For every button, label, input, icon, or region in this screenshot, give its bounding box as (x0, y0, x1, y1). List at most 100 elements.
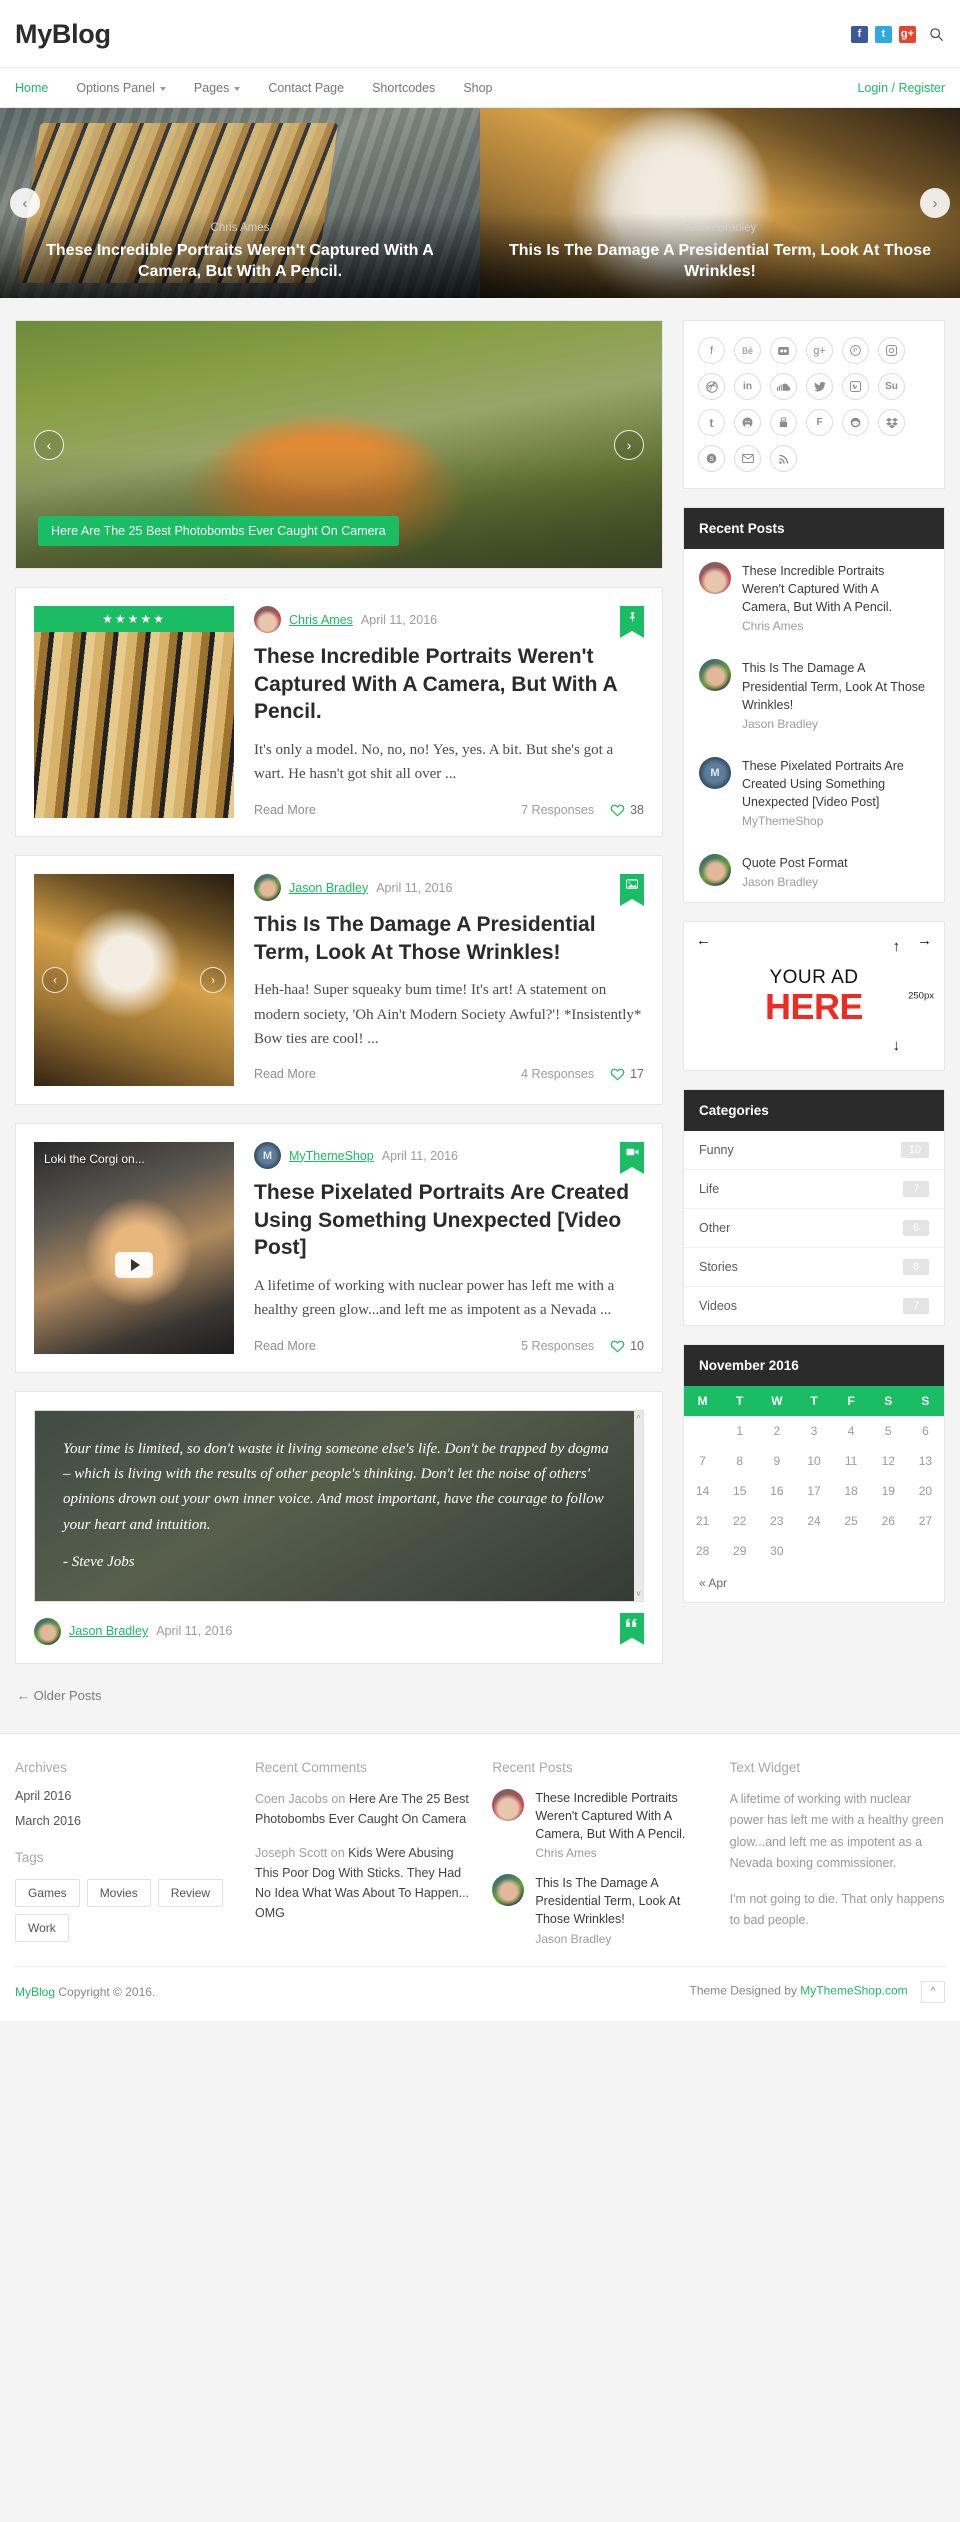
calendar-day[interactable]: 2 (758, 1416, 795, 1446)
list-item[interactable]: This Is The Damage A Presidential Term, … (684, 646, 944, 743)
archive-link[interactable]: April 2016 (15, 1789, 233, 1803)
slide-title[interactable]: These Incredible Portraits Weren't Captu… (14, 240, 466, 282)
post-title[interactable]: These Pixelated Portraits Are Created Us… (254, 1179, 644, 1262)
list-item[interactable]: These Incredible Portraits Weren't Captu… (684, 549, 944, 646)
pinterest-icon[interactable] (842, 337, 869, 364)
calendar-day[interactable]: 28 (684, 1536, 721, 1566)
category-row[interactable]: Other 6 (684, 1209, 944, 1249)
slider-prev-arrow[interactable]: ‹ (10, 188, 40, 218)
calendar-day[interactable]: 12 (870, 1446, 907, 1476)
calendar-day[interactable]: 21 (684, 1506, 721, 1536)
email-icon[interactable] (734, 445, 761, 472)
recent-post-title[interactable]: Quote Post Format (742, 854, 848, 872)
foursquare-icon[interactable]: F (806, 409, 833, 436)
rss-icon[interactable] (770, 445, 797, 472)
post-thumbnail[interactable]: ★★★★★ (34, 606, 234, 818)
calendar-day[interactable]: 24 (795, 1506, 832, 1536)
search-icon[interactable] (927, 25, 945, 43)
calendar-day[interactable]: 3 (795, 1416, 832, 1446)
recent-post-title[interactable]: This Is The Damage A Presidential Term, … (535, 1874, 707, 1928)
ad-widget[interactable]: ← → ↑ ↓ 250px YOUR AD HERE (683, 921, 945, 1072)
linkedin-icon[interactable]: in (734, 373, 761, 400)
play-icon[interactable] (115, 1251, 153, 1278)
calendar-day[interactable]: 23 (758, 1506, 795, 1536)
post-author-link[interactable]: Jason Bradley (289, 881, 368, 895)
nav-item-shop[interactable]: Shop (449, 68, 506, 108)
facebook-icon[interactable]: f (698, 337, 725, 364)
post-author-link[interactable]: Jason Bradley (69, 1624, 148, 1638)
calendar-day[interactable]: 17 (795, 1476, 832, 1506)
featured-prev-arrow[interactable]: ‹ (34, 429, 64, 460)
recent-post-title[interactable]: These Pixelated Portraits Are Created Us… (742, 757, 929, 811)
top-slide-right[interactable]: Jason Bradley This Is The Damage A Presi… (480, 108, 960, 298)
tag-link[interactable]: Review (157, 1878, 224, 1907)
calendar-day[interactable]: 19 (870, 1476, 907, 1506)
googleplus-icon[interactable]: g+ (899, 25, 916, 43)
calendar-day[interactable]: 18 (833, 1476, 870, 1506)
featured-slider[interactable]: ‹ › Here Are The 25 Best Photobombs Ever… (16, 321, 662, 568)
scroll-up-icon[interactable]: ^ (635, 1414, 642, 1423)
twitter-icon[interactable] (806, 373, 833, 400)
instagram-icon[interactable] (878, 337, 905, 364)
post-likes[interactable]: 10 (610, 1339, 644, 1353)
googleplus-icon[interactable]: g+ (806, 337, 833, 364)
calendar-day[interactable]: 8 (721, 1446, 758, 1476)
recent-post-title[interactable]: These Incredible Portraits Weren't Captu… (535, 1789, 707, 1843)
post-likes[interactable]: 17 (610, 1067, 644, 1081)
read-more-link[interactable]: Read More (254, 1339, 316, 1353)
post-responses[interactable]: 5 Responses (521, 1339, 594, 1353)
calendar-day[interactable]: 27 (907, 1506, 944, 1536)
login-register-link[interactable]: Login / Register (857, 81, 945, 95)
nav-item-home[interactable]: Home (15, 68, 62, 108)
nav-item-options-panel[interactable]: Options Panel (62, 68, 180, 108)
calendar-day[interactable]: 7 (684, 1446, 721, 1476)
post-title[interactable]: This Is The Damage A Presidential Term, … (254, 911, 644, 966)
printerest-box-icon[interactable] (770, 409, 797, 436)
thumb-prev-arrow[interactable]: ‹ (42, 967, 68, 993)
list-item[interactable]: These Incredible Portraits Weren't Captu… (492, 1788, 707, 1874)
nav-item-shortcodes[interactable]: Shortcodes (358, 68, 449, 108)
calendar-day[interactable]: 5 (870, 1416, 907, 1446)
calendar-day[interactable]: 25 (833, 1506, 870, 1536)
top-slide-left[interactable]: Chris Ames These Incredible Portraits We… (0, 108, 480, 298)
read-more-link[interactable]: Read More (254, 803, 316, 817)
calendar-day[interactable]: 16 (758, 1476, 795, 1506)
tumblr-icon[interactable]: t (698, 409, 725, 436)
calendar-day[interactable]: 13 (907, 1446, 944, 1476)
post-responses[interactable]: 4 Responses (521, 1067, 594, 1081)
list-item[interactable]: These Pixelated Portraits Are Created Us… (684, 744, 944, 841)
nav-item-pages[interactable]: Pages (180, 68, 254, 108)
calendar-day[interactable]: 10 (795, 1446, 832, 1476)
list-item[interactable]: Quote Post Format Jason Bradley (684, 841, 944, 902)
behance-icon[interactable]: Bē (734, 337, 761, 364)
quote-scrollbar[interactable]: ^ v (634, 1411, 643, 1601)
calendar-day[interactable]: 4 (833, 1416, 870, 1446)
nav-item-contact-page[interactable]: Contact Page (254, 68, 358, 108)
calendar-day[interactable]: 29 (721, 1536, 758, 1566)
flickr-icon[interactable] (770, 337, 797, 364)
featured-next-arrow[interactable]: › (614, 429, 644, 460)
post-author-link[interactable]: MyThemeShop (289, 1149, 374, 1163)
older-posts-link[interactable]: ← Older Posts (17, 1688, 102, 1703)
theme-credit-link[interactable]: MyThemeShop.com (800, 1983, 907, 1997)
facebook-icon[interactable]: f (851, 25, 868, 43)
calendar-day[interactable]: 14 (684, 1476, 721, 1506)
skype-icon[interactable]: S (698, 445, 725, 472)
calendar-day[interactable]: 6 (907, 1416, 944, 1446)
calendar-day[interactable]: 30 (758, 1536, 795, 1566)
site-logo[interactable]: MyBlog (15, 19, 111, 50)
stumbleupon-icon[interactable]: Su (878, 373, 905, 400)
list-item[interactable]: This Is The Damage A Presidential Term, … (492, 1874, 707, 1946)
github-icon[interactable] (734, 409, 761, 436)
calendar-day[interactable]: 15 (721, 1476, 758, 1506)
archive-link[interactable]: March 2016 (15, 1814, 233, 1828)
post-thumbnail[interactable]: Loki the Corgi on... (34, 1142, 234, 1354)
copyright-brand-link[interactable]: MyBlog (15, 1985, 55, 1999)
post-responses[interactable]: 7 Responses (521, 803, 594, 817)
category-row[interactable]: Funny 10 (684, 1131, 944, 1171)
reddit-icon[interactable] (842, 409, 869, 436)
back-to-top-button[interactable]: ^ (921, 1980, 945, 2003)
category-row[interactable]: Stories 8 (684, 1248, 944, 1288)
slide-title[interactable]: This Is The Damage A Presidential Term, … (494, 240, 946, 282)
read-more-link[interactable]: Read More (254, 1067, 316, 1081)
